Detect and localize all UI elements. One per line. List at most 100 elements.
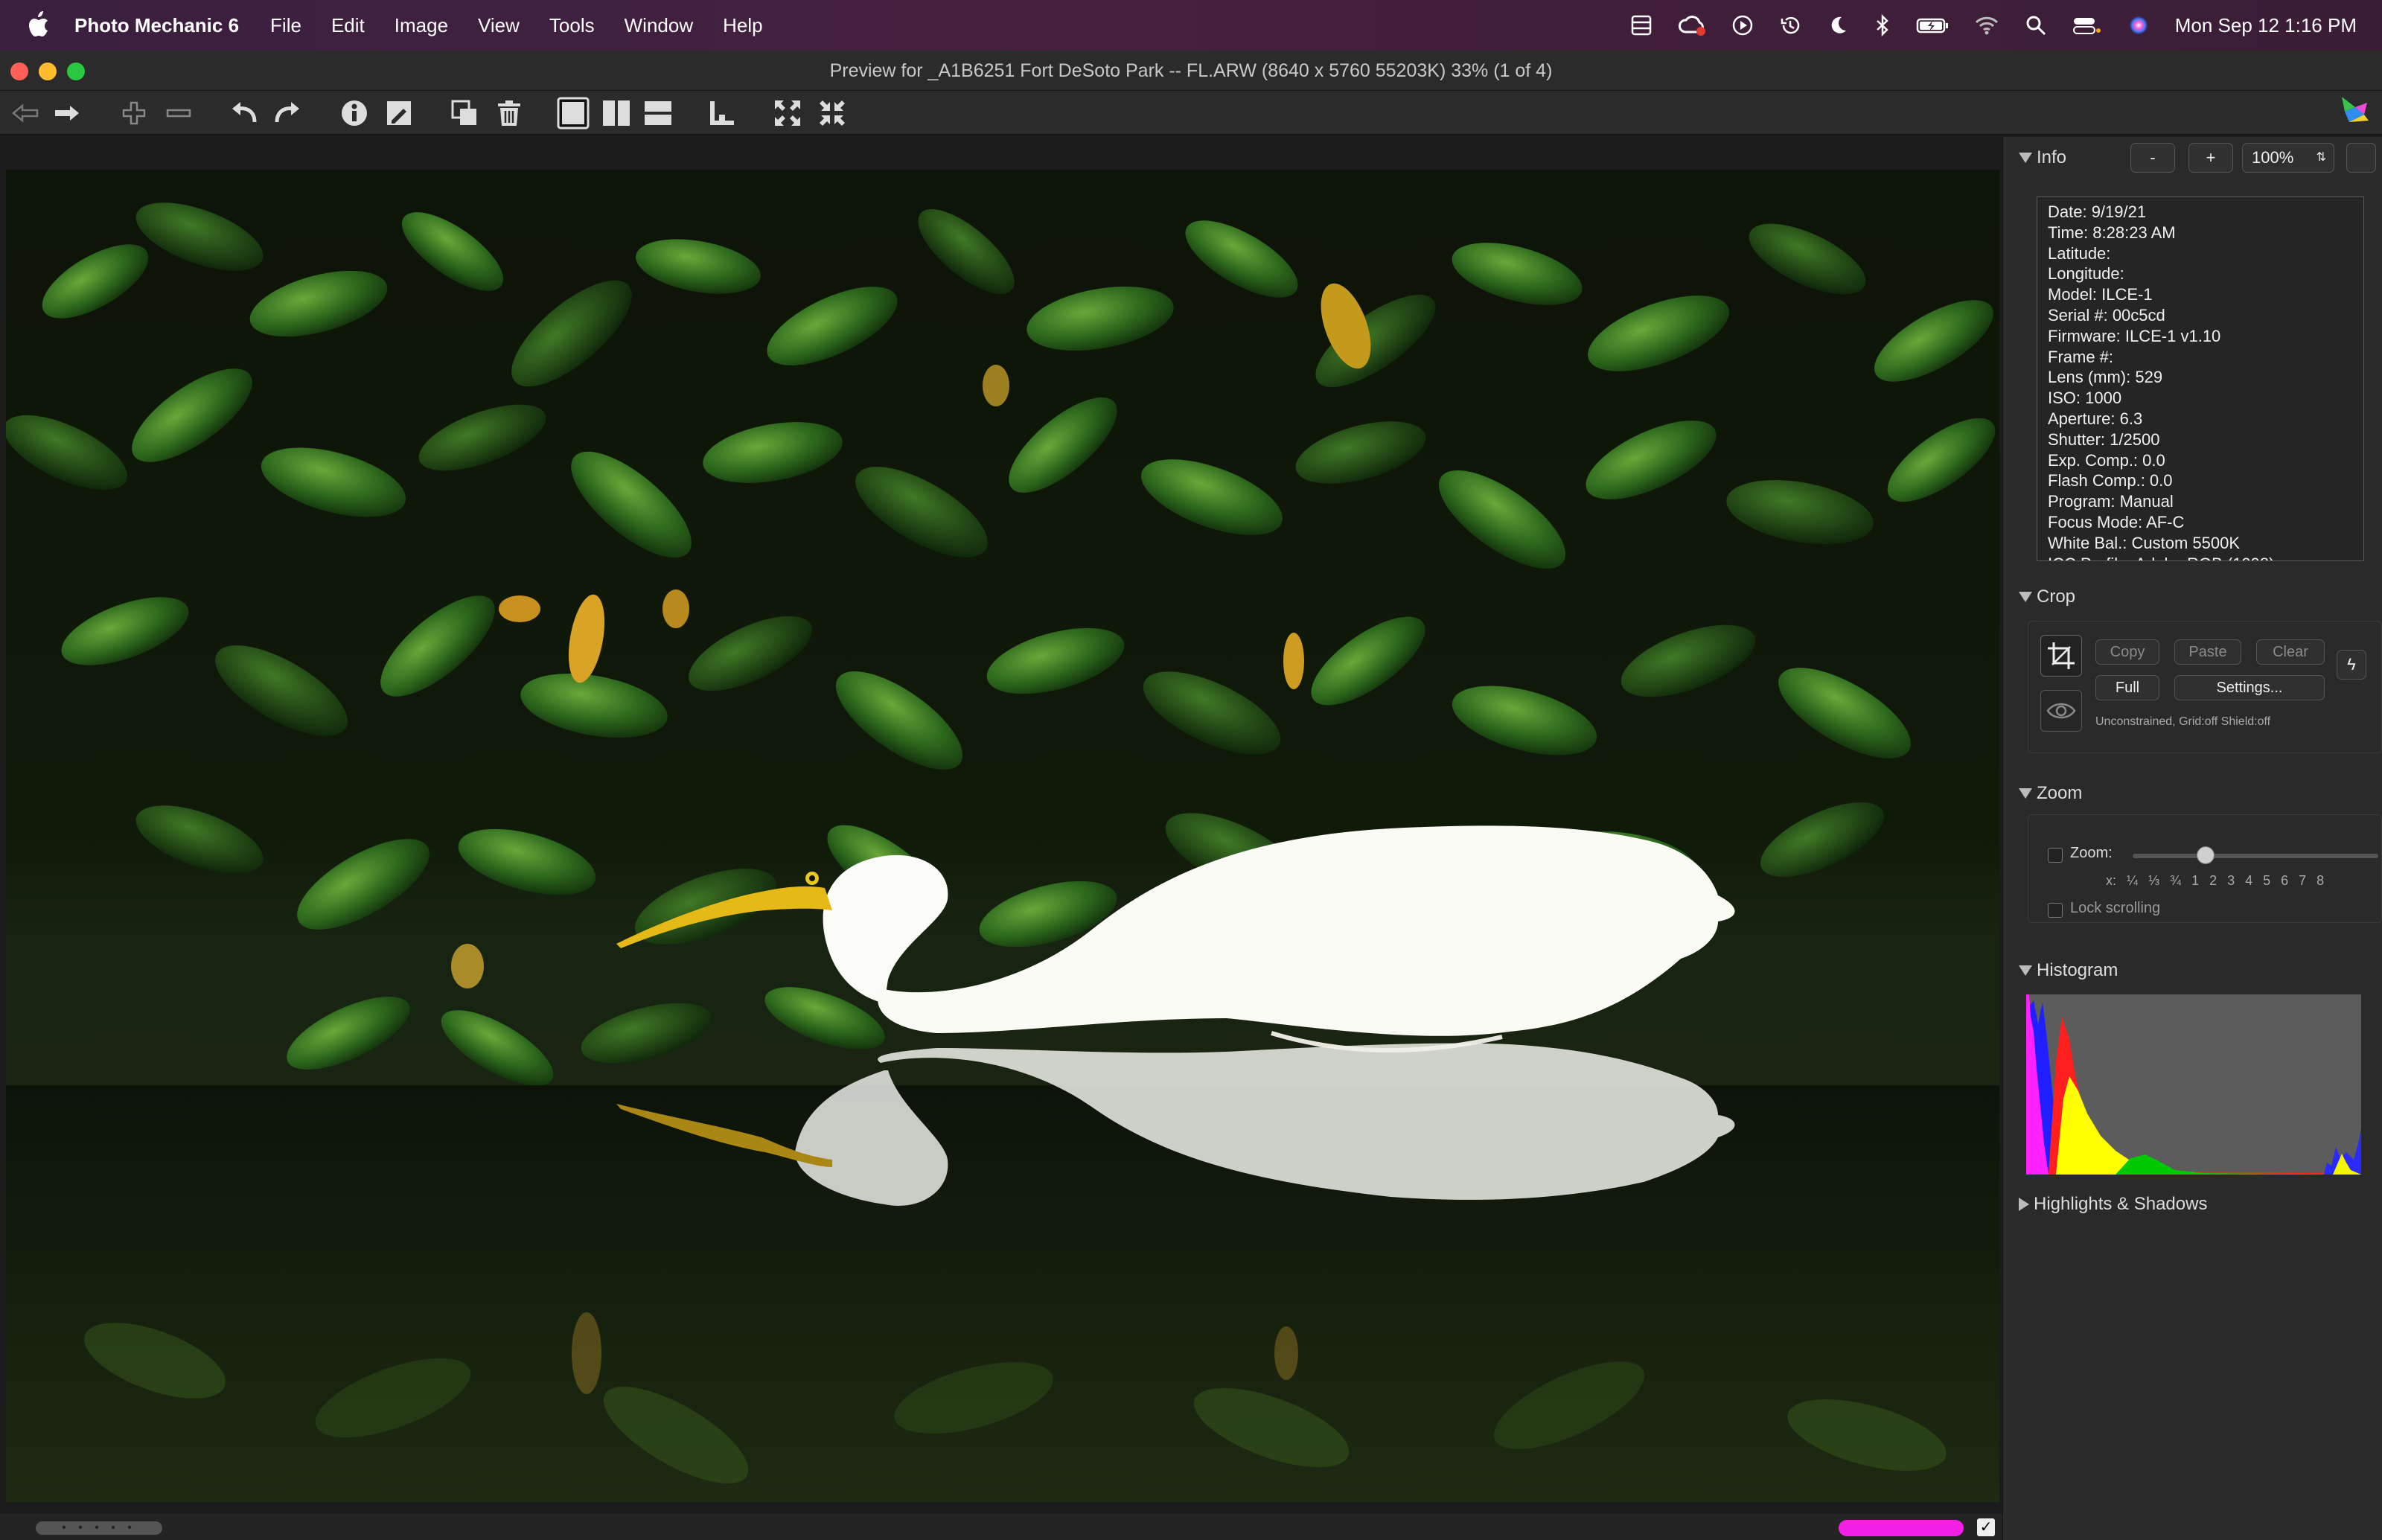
zoom-label: Zoom: [2070,845,2113,861]
play-icon[interactable] [1731,14,1754,36]
info-line: Serial #: 00c5cd [2048,305,2165,325]
crop-controls: Copy Paste Clear ϟ Full Settings... Unco… [2028,621,2382,753]
creative-cloud-icon[interactable] [1678,14,1706,36]
info-zoom-select[interactable]: 100% ⇅ [2242,143,2334,173]
add-icon[interactable] [118,97,150,130]
siri-icon[interactable] [2127,14,2150,36]
info-line: ICC Profile: Adobe RGB (1998) [2048,554,2363,560]
crop-clear-button[interactable]: Clear [2256,639,2325,665]
menu-help[interactable]: Help [723,14,762,37]
back-arrow-icon[interactable] [9,97,42,130]
crop-tool-icon[interactable] [2040,635,2082,677]
remove-icon[interactable] [162,97,195,130]
menu-image[interactable]: Image [395,14,448,37]
duplicate-icon[interactable] [448,97,481,130]
zoom-tick: 8 [2316,873,2325,888]
menu-app-name[interactable]: Photo Mechanic 6 [74,14,239,37]
info-metadata-box[interactable]: Date: 9/19/21 Time: 8:28:23 AM Latitude:… [2037,197,2364,561]
highlights-shadows-section-header[interactable]: Highlights & Shadows [2019,1194,2207,1215]
menu-edit[interactable]: Edit [331,14,365,37]
search-icon[interactable] [2025,14,2047,36]
zoom-tick: 6 [2281,873,2289,888]
crop-copy-button[interactable]: Copy [2095,639,2159,665]
histogram-section-header[interactable]: Histogram [2019,960,2118,981]
info-line: Date: 9/19/21 [2048,202,2147,221]
histogram-title: Histogram [2037,960,2118,980]
crop-flash-icon[interactable]: ϟ [2337,650,2366,680]
zoom-checkbox[interactable] [2048,848,2063,863]
color-class-indicator[interactable] [1839,1520,1964,1536]
fit-icon[interactable] [771,97,804,130]
moon-icon[interactable] [1827,14,1849,36]
rotate-right-icon[interactable] [271,97,304,130]
forward-arrow-icon[interactable] [51,97,83,130]
crop-full-button[interactable]: Full [2095,675,2159,700]
wifi-icon[interactable] [1974,14,1999,36]
zoom-tick: 5 [2263,873,2271,888]
bluetooth-icon[interactable] [1874,14,1891,36]
info-zoom-value: 100% [2252,148,2294,167]
disclosure-triangle-icon[interactable] [2019,592,2032,602]
preview-photo[interactable] [6,170,1999,1502]
zoom-slider-thumb[interactable] [2197,846,2215,864]
info-options-button[interactable] [2346,143,2376,173]
disclosure-triangle-icon[interactable] [2019,153,2032,163]
zoom-section-header[interactable]: Zoom [2019,783,2082,804]
menu-view[interactable]: View [478,14,520,37]
info-line: Program: Manual [2048,492,2174,511]
info-section-header[interactable]: Info [2019,147,2066,168]
apple-icon[interactable] [25,9,54,42]
menu-clock[interactable]: Mon Sep 12 1:16 PM [2175,14,2357,37]
info-line: Exp. Comp.: 0.0 [2048,450,2165,470]
menu-window[interactable]: Window [625,14,693,37]
trash-icon[interactable] [493,97,526,130]
time-machine-icon[interactable] [1779,14,1801,36]
info-line: Shutter: 1/2500 [2048,429,2160,449]
preview-area[interactable] [0,137,2002,1514]
disclosure-triangle-icon[interactable] [2019,788,2032,799]
menu-file[interactable]: File [270,14,301,37]
battery-icon[interactable] [1916,14,1949,36]
info-line: ISO: 1000 [2048,389,2122,408]
info-zoom-in-button[interactable]: + [2188,143,2233,173]
full-icon[interactable] [816,97,849,130]
info-title: Info [2037,147,2067,167]
single-view-icon[interactable] [557,97,590,130]
menu-tools[interactable]: Tools [549,14,595,37]
toolbar [0,91,2382,135]
rotate-left-icon[interactable] [228,97,261,130]
edit-image-icon[interactable] [383,97,415,130]
zoom-tick: 1 [2191,873,2200,888]
info-line: Model: ILCE-1 [2048,285,2153,304]
info-line: Lens (mm): 529 [2048,368,2163,387]
zoom-tick: ¾ [2170,873,2182,888]
info-line: Latitude: [2048,243,2111,263]
disclosure-triangle-icon[interactable] [2019,965,2032,976]
horizontal-scrollbar[interactable]: • • • • • [36,1521,162,1535]
zoom-tick: 3 [2227,873,2235,888]
lock-scrolling-checkbox[interactable] [2048,903,2063,918]
crop-section-header[interactable]: Crop [2019,587,2075,607]
disclosure-triangle-icon[interactable] [2019,1198,2029,1211]
stepper-arrows-icon: ⇅ [2316,151,2326,164]
crop-paste-button[interactable]: Paste [2174,639,2241,665]
sidebar-icon[interactable] [1630,14,1653,36]
side-by-side-view-icon[interactable] [600,97,633,130]
histogram-graph [2026,994,2361,1175]
align-icon[interactable] [706,97,738,130]
info-zoom-out-button[interactable]: - [2130,143,2175,173]
control-center-icon[interactable] [2072,14,2102,36]
info-icon[interactable] [338,97,371,130]
zoom-tick: 7 [2299,873,2307,888]
zoom-tick: 4 [2245,873,2253,888]
zoom-slider-track[interactable] [2133,854,2378,858]
app-screen: Photo Mechanic 6 File Edit Image View To… [0,0,2382,1540]
status-menu-area: Mon Sep 12 1:16 PM [1630,0,2357,51]
crop-shield-eye-icon[interactable] [2040,690,2082,732]
info-line: White Bal.: Custom 5500K [2048,533,2241,552]
zoom-tick: 2 [2209,873,2217,888]
stacked-view-icon[interactable] [642,97,674,130]
crop-settings-button[interactable]: Settings... [2174,675,2325,700]
info-line: Time: 8:28:23 AM [2048,223,2176,242]
tag-checkbox[interactable]: ✓ [1977,1518,1995,1536]
